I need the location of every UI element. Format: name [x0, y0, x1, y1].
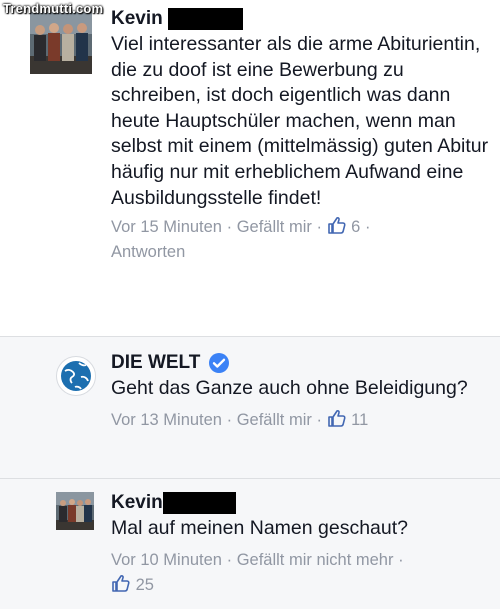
- separator: ·: [398, 550, 404, 569]
- thumbs-up-icon[interactable]: [327, 408, 347, 428]
- comment-time[interactable]: Vor 13 Minuten: [111, 411, 222, 429]
- thumbs-up-icon[interactable]: [327, 215, 347, 235]
- like-count[interactable]: 11: [351, 411, 368, 429]
- separator: ·: [316, 218, 322, 237]
- separator: ·: [226, 550, 233, 569]
- comment-author: DIE WELT: [111, 350, 491, 376]
- like-button[interactable]: Gefällt mir: [237, 411, 312, 429]
- separator: ·: [364, 218, 371, 237]
- unlike-button[interactable]: Gefällt mir nicht mehr: [237, 551, 394, 569]
- comment-1: Kevin Viel interessanter als die arme Ab…: [0, 0, 500, 336]
- comment-author: Kevin: [111, 6, 491, 32]
- redaction-bar: [162, 492, 236, 514]
- author-name[interactable]: Kevin: [111, 492, 163, 514]
- reply-button[interactable]: Antworten: [111, 243, 185, 261]
- globe-icon: [61, 361, 91, 391]
- like-count[interactable]: 6: [351, 218, 360, 236]
- thumbs-up-icon[interactable]: [111, 573, 131, 593]
- comment-text: Geht das Ganze auch ohne Beleidigung?: [111, 377, 468, 399]
- avatar[interactable]: [30, 12, 92, 74]
- comment-meta: Vor 13 Minuten · Gefällt mir · 11: [111, 408, 491, 433]
- author-name[interactable]: DIE WELT: [111, 352, 200, 374]
- comment-author: Kevin: [111, 490, 491, 516]
- comment-time[interactable]: Vor 10 Minuten: [111, 551, 222, 569]
- comment-meta: Vor 10 Minuten · Gefällt mir nicht mehr …: [111, 548, 491, 598]
- avatar[interactable]: [56, 492, 94, 530]
- watermark: Trendmutti.com: [3, 1, 104, 16]
- author-name[interactable]: Kevin: [111, 8, 163, 30]
- comment-text: Viel interessanter als die arme Abiturie…: [111, 33, 489, 209]
- comment-body: Kevin Viel interessanter als die arme Ab…: [111, 6, 491, 265]
- avatar[interactable]: [56, 356, 96, 396]
- like-count[interactable]: 25: [136, 576, 154, 594]
- comment-body: DIE WELT Geht das Ganze auch ohne Beleid…: [111, 350, 491, 433]
- comment-time[interactable]: Vor 15 Minuten: [111, 218, 222, 236]
- separator: ·: [226, 410, 233, 429]
- comment-body: Kevin Mal auf meinen Namen geschaut? Vor…: [111, 490, 491, 598]
- verified-check-icon: [208, 352, 230, 374]
- comment-text: Mal auf meinen Namen geschaut?: [111, 517, 409, 539]
- separator: ·: [226, 218, 233, 237]
- comment-meta: Vor 15 Minuten · Gefällt mir · 6 · Antwo…: [111, 215, 491, 265]
- redaction-bar: [167, 8, 243, 30]
- like-button[interactable]: Gefällt mir: [237, 218, 312, 236]
- separator: ·: [316, 410, 322, 429]
